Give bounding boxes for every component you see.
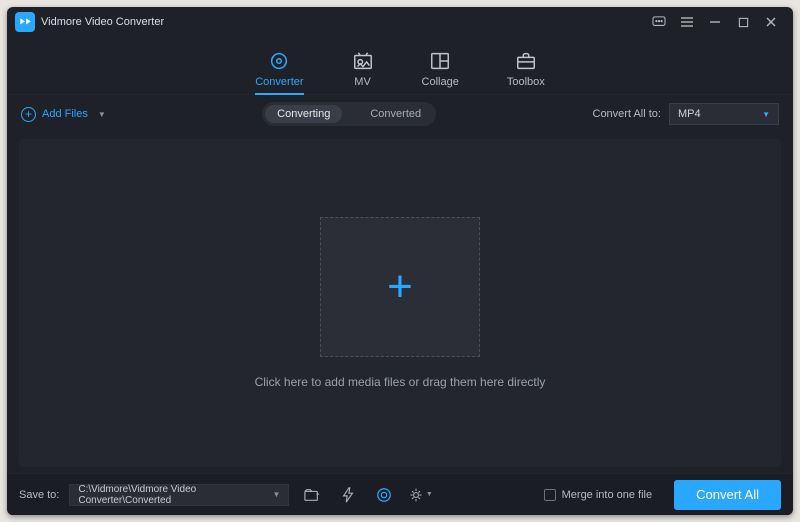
tab-converter[interactable]: Converter xyxy=(255,50,303,94)
settings-button[interactable]: ▼ xyxy=(407,484,433,506)
tab-toolbox[interactable]: Toolbox xyxy=(507,50,545,94)
convert-all-button[interactable]: Convert All xyxy=(674,480,781,510)
tab-label: Collage xyxy=(422,76,459,88)
feedback-icon[interactable] xyxy=(645,8,673,36)
add-files-label: Add Files xyxy=(42,108,88,120)
segment-converting[interactable]: Converting xyxy=(265,105,342,123)
chevron-down-icon: ▼ xyxy=(762,110,770,119)
bottom-bar: Save to: C:\Vidmore\Vidmore Video Conver… xyxy=(7,473,793,515)
toolbox-icon xyxy=(515,50,537,72)
tab-label: Toolbox xyxy=(507,76,545,88)
open-folder-button[interactable] xyxy=(299,484,325,506)
app-logo-icon xyxy=(15,12,35,32)
status-segment: Converting Converted xyxy=(262,102,436,126)
main-panel: + Click here to add media files or drag … xyxy=(19,139,781,467)
high-speed-button[interactable] xyxy=(371,484,397,506)
sub-toolbar: + Add Files ▼ Converting Converted Conve… xyxy=(7,95,793,133)
chevron-down-icon: ▼ xyxy=(426,491,433,498)
close-button[interactable] xyxy=(757,8,785,36)
app-window: Vidmore Video Converter Converter xyxy=(7,7,793,515)
tab-mv[interactable]: MV xyxy=(352,50,374,94)
collage-icon xyxy=(429,50,451,72)
merge-label: Merge into one file xyxy=(562,489,653,501)
plus-icon: + xyxy=(387,265,413,309)
merge-checkbox[interactable]: Merge into one file xyxy=(544,489,653,501)
hardware-accel-button[interactable] xyxy=(335,484,361,506)
plus-circle-icon: + xyxy=(21,107,36,122)
chevron-down-icon: ▼ xyxy=(272,490,280,499)
save-path-value: C:\Vidmore\Vidmore Video Converter\Conve… xyxy=(78,484,272,506)
main-nav: Converter MV Collage Toolbox xyxy=(7,37,793,95)
tab-collage[interactable]: Collage xyxy=(422,50,459,94)
format-value: MP4 xyxy=(678,108,701,120)
drop-hint: Click here to add media files or drag th… xyxy=(255,375,546,389)
format-select[interactable]: MP4 ▼ xyxy=(669,103,779,125)
mv-icon xyxy=(352,50,374,72)
titlebar: Vidmore Video Converter xyxy=(7,7,793,37)
add-files-button[interactable]: + Add Files ▼ xyxy=(21,107,106,122)
segment-converted[interactable]: Converted xyxy=(358,105,433,123)
checkbox-icon xyxy=(544,489,556,501)
chevron-down-icon: ▼ xyxy=(98,110,106,119)
maximize-button[interactable] xyxy=(729,8,757,36)
convert-icon xyxy=(268,50,290,72)
save-to-label: Save to: xyxy=(19,489,59,501)
minimize-button[interactable] xyxy=(701,8,729,36)
convert-all-to: Convert All to: MP4 ▼ xyxy=(593,103,779,125)
convert-all-to-label: Convert All to: xyxy=(593,108,661,120)
tab-label: MV xyxy=(354,76,371,88)
tab-label: Converter xyxy=(255,76,303,88)
app-title: Vidmore Video Converter xyxy=(41,16,164,28)
menu-icon[interactable] xyxy=(673,8,701,36)
save-path-select[interactable]: C:\Vidmore\Vidmore Video Converter\Conve… xyxy=(69,484,289,506)
drop-zone[interactable]: + xyxy=(320,217,480,357)
